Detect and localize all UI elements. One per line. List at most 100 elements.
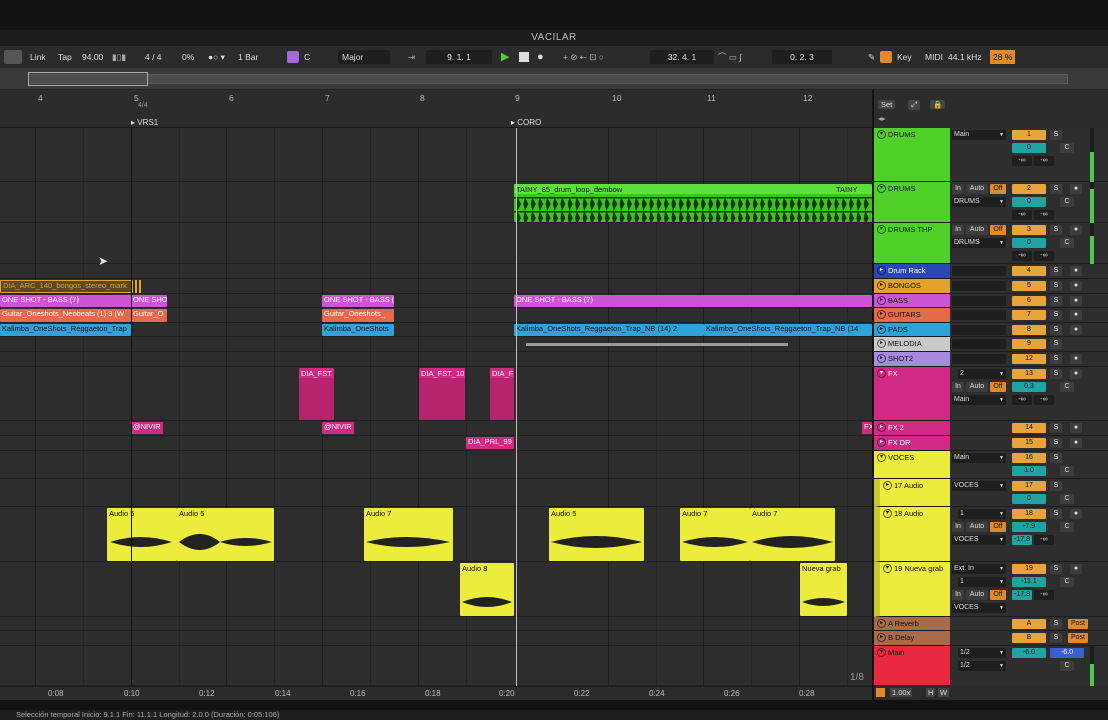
- solo-button[interactable]: S: [1050, 509, 1062, 519]
- monitor-off[interactable]: Off: [990, 590, 1006, 600]
- track-header-fx2[interactable]: ▸ FX 2: [874, 421, 950, 436]
- clip-audio[interactable]: Audio 5: [177, 508, 274, 561]
- input-channel-dropdown[interactable]: 1: [958, 577, 1006, 587]
- clip-bongos[interactable]: DIA_ARC_140_bongos_stereo_mark: [0, 280, 133, 293]
- clip-fxdr[interactable]: DIA_PRL_99: [466, 437, 514, 449]
- arm-button[interactable]: ●: [1070, 509, 1082, 519]
- fold-icon[interactable]: ▸: [877, 310, 886, 319]
- pan-field[interactable]: C: [1060, 382, 1074, 392]
- track-header-b-delay[interactable]: ▸ B Delay: [874, 631, 950, 646]
- arm-button[interactable]: ●: [1070, 310, 1082, 320]
- pan-field[interactable]: C: [1060, 494, 1074, 504]
- send-b[interactable]: -∞: [1034, 395, 1054, 405]
- arm-button[interactable]: ●: [1070, 184, 1082, 194]
- fold-icon[interactable]: ▾: [877, 225, 886, 234]
- send-b[interactable]: -∞: [1034, 590, 1054, 600]
- track-number[interactable]: 9: [1012, 339, 1046, 349]
- quantize-dropdown[interactable]: 1 Bar: [238, 50, 258, 64]
- fold-icon[interactable]: ▸: [877, 633, 886, 642]
- monitor-auto[interactable]: Auto: [966, 382, 988, 392]
- set-button[interactable]: Set: [878, 100, 896, 109]
- monitor-auto[interactable]: Auto: [966, 590, 988, 600]
- monitor-off[interactable]: Off: [990, 184, 1006, 194]
- track-number[interactable]: 7: [1012, 310, 1046, 320]
- monitor-auto[interactable]: Auto: [966, 184, 988, 194]
- volume-field[interactable]: 0: [1012, 143, 1046, 153]
- key-map-button[interactable]: Key: [897, 50, 912, 64]
- locator-coro[interactable]: ▸ CORO: [511, 118, 541, 127]
- clip-pads[interactable]: Kalimba_OneShots_Reggaeton_Trap_NB (14: [704, 324, 872, 336]
- midi-map-button[interactable]: MIDI: [925, 50, 943, 64]
- solo-button[interactable]: S: [1050, 423, 1062, 433]
- solo-button[interactable]: S: [1050, 225, 1062, 235]
- monitor-in[interactable]: In: [952, 590, 964, 600]
- pan-field[interactable]: C: [1060, 466, 1074, 476]
- monitor-auto[interactable]: Auto: [966, 522, 988, 532]
- follow-toggle-icon[interactable]: [876, 688, 885, 697]
- solo-button[interactable]: S: [1050, 354, 1062, 364]
- output-dropdown[interactable]: VOCES: [952, 481, 1006, 491]
- monitor-auto[interactable]: Auto: [966, 225, 988, 235]
- overdub-icons[interactable]: + ⊘ ⇠ ⊡ ○: [563, 50, 604, 64]
- track-header-drums[interactable]: ▾ DRUMS: [874, 128, 950, 182]
- solo-button[interactable]: S: [1050, 339, 1062, 349]
- track-number[interactable]: 13: [1012, 369, 1046, 379]
- send-a[interactable]: -∞: [1012, 156, 1032, 166]
- clip-audio[interactable]: Audio 7: [750, 508, 835, 561]
- clip-pads[interactable]: Kalimba_OneShots: [322, 324, 394, 336]
- fold-icon[interactable]: ▸: [883, 481, 892, 490]
- monitor-off[interactable]: Off: [990, 522, 1006, 532]
- melodia-clip[interactable]: [526, 343, 788, 346]
- track-header-main[interactable]: ▾ Main: [874, 646, 950, 686]
- volume-field[interactable]: -11.1: [1012, 577, 1046, 587]
- pan-field[interactable]: C: [1060, 197, 1074, 207]
- monitor-off[interactable]: Off: [990, 225, 1006, 235]
- input-channel-dropdown[interactable]: 1: [958, 509, 1006, 519]
- fold-icon[interactable]: ▸: [877, 339, 886, 348]
- clip-bass[interactable]: ONE SHOT - BASS (: [322, 295, 394, 307]
- solo-button[interactable]: S: [1050, 453, 1062, 463]
- height-button[interactable]: H: [926, 688, 936, 697]
- arm-button[interactable]: ●: [1070, 225, 1082, 235]
- track-number[interactable]: 1: [1012, 130, 1046, 140]
- key-dropdown[interactable]: C: [304, 50, 310, 64]
- loop-icons[interactable]: ⌒ ▭ ∫: [718, 50, 742, 64]
- arm-button[interactable]: ●: [1070, 296, 1082, 306]
- fold-icon[interactable]: ▸: [877, 619, 886, 628]
- arm-button[interactable]: ●: [1070, 423, 1082, 433]
- clip-bass[interactable]: ONE SHO: [131, 295, 167, 307]
- track-header-shot2[interactable]: ▸ SHOT2: [874, 352, 950, 367]
- nav-arrows-icon[interactable]: ◂▸: [878, 114, 886, 123]
- locator-vrs1[interactable]: ▸ VRS1: [131, 118, 158, 127]
- fold-icon[interactable]: ▸: [877, 438, 886, 447]
- fold-icon[interactable]: ▸: [877, 325, 886, 334]
- output-dropdown[interactable]: [952, 281, 1006, 291]
- volume-field[interactable]: 1.0: [1012, 466, 1046, 476]
- track-number[interactable]: 15: [1012, 438, 1046, 448]
- time-ruler[interactable]: 0:08 0:10 0:12 0:14 0:16 0:18 0:20 0:22 …: [0, 686, 872, 700]
- clip-fx[interactable]: DIA_FST: [299, 368, 334, 420]
- clip-audio[interactable]: Audio 7: [364, 508, 453, 561]
- beat-time-ruler[interactable]: 4 5 6 7 8 9 10 11 12 4/4 ▸ VRS1 ▸ CORO: [0, 90, 872, 128]
- track-number[interactable]: 3: [1012, 225, 1046, 235]
- track-number[interactable]: 16: [1012, 453, 1046, 463]
- return-letter[interactable]: A: [1012, 619, 1046, 629]
- output-dropdown[interactable]: Main: [952, 395, 1006, 405]
- monitor-in[interactable]: In: [952, 184, 964, 194]
- fold-icon[interactable]: ▾: [877, 130, 886, 139]
- input-type-dropdown[interactable]: Ext. In: [952, 564, 1006, 574]
- input-channel-dropdown[interactable]: 2: [958, 369, 1006, 379]
- solo-button[interactable]: S: [1050, 296, 1062, 306]
- monitor-in[interactable]: In: [952, 382, 964, 392]
- output-dropdown[interactable]: VOCES: [952, 603, 1006, 613]
- clip-audio[interactable]: Audio 7: [680, 508, 750, 561]
- main-output-dropdown[interactable]: 1/2: [958, 648, 1006, 658]
- clip-audio[interactable]: Audio 8: [460, 563, 514, 616]
- arm-button[interactable]: ●: [1070, 325, 1082, 335]
- solo-button[interactable]: S: [1050, 281, 1062, 291]
- track-header-melodia[interactable]: ▸ MELODIA: [874, 337, 950, 352]
- track-number[interactable]: 6: [1012, 296, 1046, 306]
- fold-icon[interactable]: ▸: [877, 266, 886, 275]
- track-header-drums-thp[interactable]: ▾ DRUMS THP: [874, 223, 950, 264]
- follow-icon[interactable]: ⇥: [408, 50, 415, 64]
